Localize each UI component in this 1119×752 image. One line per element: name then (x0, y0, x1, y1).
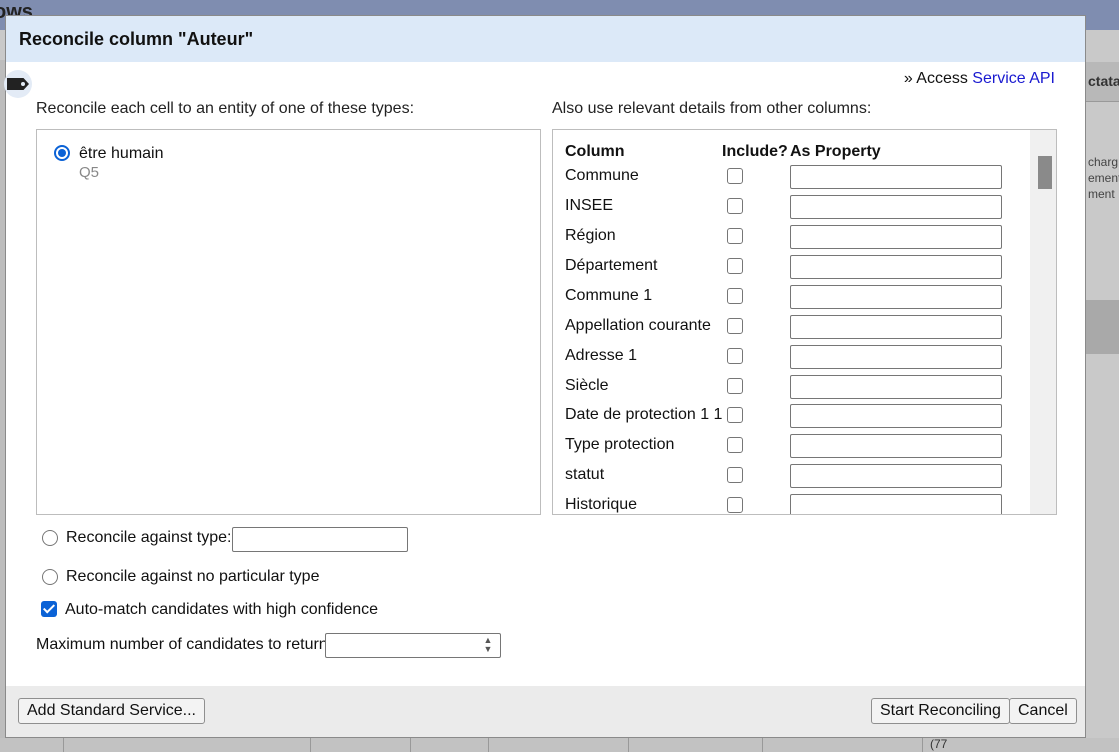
table-row: Région (553, 225, 1029, 255)
column-header-column: Column (565, 143, 625, 160)
background-grid-line (310, 738, 311, 752)
dialog-title: Reconcile column "Auteur" (19, 29, 254, 49)
column-name: statut (565, 466, 605, 483)
columns-scrollbar[interactable] (1030, 130, 1056, 514)
columns-table: Column Include? As Property Commune INSE… (552, 129, 1057, 515)
access-service-line: » Access Service API (904, 70, 1055, 88)
background-grid-line (488, 738, 489, 752)
property-input[interactable] (790, 165, 1002, 189)
background-bottom-row (0, 738, 1119, 752)
include-checkbox[interactable] (727, 228, 743, 244)
include-checkbox[interactable] (727, 378, 743, 394)
property-input[interactable] (790, 255, 1002, 279)
include-checkbox[interactable] (727, 467, 743, 483)
background-grid-line (922, 738, 923, 752)
property-input[interactable] (790, 464, 1002, 488)
scrollbar-thumb[interactable] (1038, 156, 1052, 189)
background-cell-text: ment (1088, 187, 1115, 201)
type-name[interactable]: être humain (79, 145, 164, 163)
column-name: Date de protection 1 1 (565, 406, 723, 423)
include-checkbox[interactable] (727, 437, 743, 453)
access-prefix: » Access (903, 70, 973, 87)
column-header-property: As Property (790, 143, 881, 160)
table-row: Commune 1 (553, 285, 1029, 315)
column-name: Commune 1 (565, 287, 653, 304)
property-input[interactable] (790, 315, 1002, 339)
property-input[interactable] (790, 494, 1002, 514)
table-row: Département (553, 255, 1029, 285)
property-input[interactable] (790, 345, 1002, 369)
auto-match-checkbox[interactable] (41, 601, 57, 617)
cancel-button[interactable]: Cancel (1009, 698, 1077, 724)
background-row (1086, 300, 1119, 354)
tag-icon-hole (21, 82, 25, 86)
start-reconciling-button[interactable]: Start Reconciling (871, 698, 1010, 724)
reconcile-against-type-radio[interactable] (42, 530, 58, 546)
types-list: être humain Q5 (36, 129, 541, 515)
table-row: statut (553, 464, 1029, 494)
background-column-header-label: ctatai (1088, 73, 1119, 89)
table-row: Historique (553, 494, 1029, 514)
include-checkbox[interactable] (727, 318, 743, 334)
column-name: Département (565, 257, 658, 274)
service-api-link[interactable]: Service API (972, 70, 1055, 87)
add-standard-service-button[interactable]: Add Standard Service... (18, 698, 205, 724)
auto-match-label[interactable]: Auto-match candidates with high confiden… (65, 601, 378, 619)
reconcile-against-type-label[interactable]: Reconcile against type: (66, 529, 231, 547)
column-name: Adresse 1 (565, 347, 638, 364)
column-name: Type protection (565, 436, 675, 453)
column-name: Région (565, 227, 616, 244)
background-grid-line (628, 738, 629, 752)
include-checkbox[interactable] (727, 348, 743, 364)
property-input[interactable] (790, 285, 1002, 309)
spinner-arrows-icon[interactable]: ▲ ▼ (480, 636, 496, 655)
include-checkbox[interactable] (727, 168, 743, 184)
column-name: Appellation courante (565, 317, 711, 334)
background-grid-line (762, 738, 763, 752)
background-grid-line (410, 738, 411, 752)
column-name: Historique (565, 496, 638, 513)
background-grid-line (63, 738, 64, 752)
include-checkbox[interactable] (727, 288, 743, 304)
include-checkbox[interactable] (727, 198, 743, 214)
dialog-header: Reconcile column "Auteur" (6, 16, 1085, 62)
dialog-footer: Add Standard Service... Start Reconcilin… (6, 686, 1085, 737)
table-row: Type protection (553, 434, 1029, 464)
type-radio-etre-humain[interactable] (54, 145, 70, 161)
include-checkbox[interactable] (727, 258, 743, 274)
table-row: Siècle (553, 375, 1029, 405)
property-input[interactable] (790, 404, 1002, 428)
table-row: Adresse 1 (553, 345, 1029, 375)
column-name: Commune (565, 167, 639, 184)
column-name: INSEE (565, 197, 614, 214)
table-row: Appellation courante (553, 315, 1029, 345)
max-candidates-input[interactable]: ▲ ▼ (325, 633, 501, 658)
property-input[interactable] (790, 375, 1002, 399)
property-input[interactable] (790, 195, 1002, 219)
table-row: Date de protection 1 1 (553, 404, 1029, 434)
reconcile-no-type-radio[interactable] (42, 569, 58, 585)
background-cell-text: (77 (930, 737, 948, 751)
table-row: Commune (553, 165, 1029, 195)
types-label: Reconcile each cell to an entity of one … (36, 100, 415, 117)
include-checkbox[interactable] (727, 497, 743, 513)
background-cell-text: charg (1088, 155, 1119, 169)
reconcile-no-type-label[interactable]: Reconcile against no particular type (66, 568, 319, 586)
background-cell-text: ement (1088, 171, 1119, 185)
include-checkbox[interactable] (727, 407, 743, 423)
reconcile-dialog: Reconcile column "Auteur" » Access Servi… (5, 15, 1086, 738)
max-candidates-label: Maximum number of candidates to return (36, 636, 328, 653)
column-name: Siècle (565, 377, 609, 394)
property-input[interactable] (790, 434, 1002, 458)
table-row: INSEE (553, 195, 1029, 225)
column-header-include: Include? (722, 143, 788, 160)
reconcile-type-input[interactable] (232, 527, 408, 552)
property-input[interactable] (790, 225, 1002, 249)
columns-label: Also use relevant details from other col… (552, 100, 872, 117)
type-id: Q5 (79, 164, 100, 181)
